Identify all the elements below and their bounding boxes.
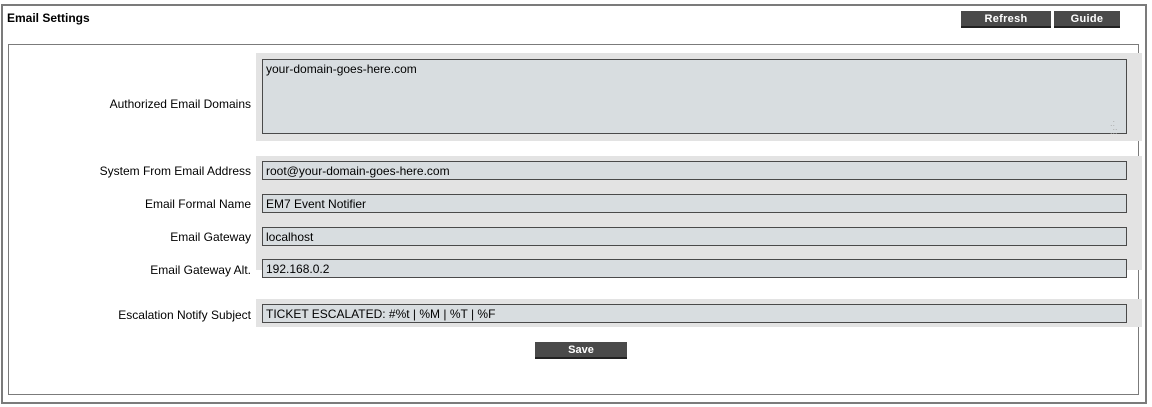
authorized-domains-label: Authorized Email Domains <box>109 97 251 111</box>
escalation-subject-input[interactable] <box>262 304 1127 323</box>
gateway-alt-input[interactable] <box>262 259 1127 278</box>
gateway-input[interactable] <box>262 227 1127 246</box>
from-address-label: System From Email Address <box>99 164 251 178</box>
gateway-label: Email Gateway <box>170 230 251 244</box>
save-button[interactable]: Save <box>535 342 627 359</box>
authorized-domains-textarea[interactable]: your-domain-goes-here.com <box>262 59 1127 134</box>
refresh-button[interactable]: Refresh <box>961 11 1051 28</box>
escalation-subject-label: Escalation Notify Subject <box>118 308 251 322</box>
from-address-input[interactable] <box>262 161 1127 180</box>
formal-name-label: Email Formal Name <box>144 197 251 211</box>
formal-name-input[interactable] <box>262 194 1127 213</box>
page-title: Email Settings <box>7 11 90 25</box>
guide-button[interactable]: Guide <box>1054 11 1120 28</box>
gateway-alt-label: Email Gateway Alt. <box>150 263 251 277</box>
